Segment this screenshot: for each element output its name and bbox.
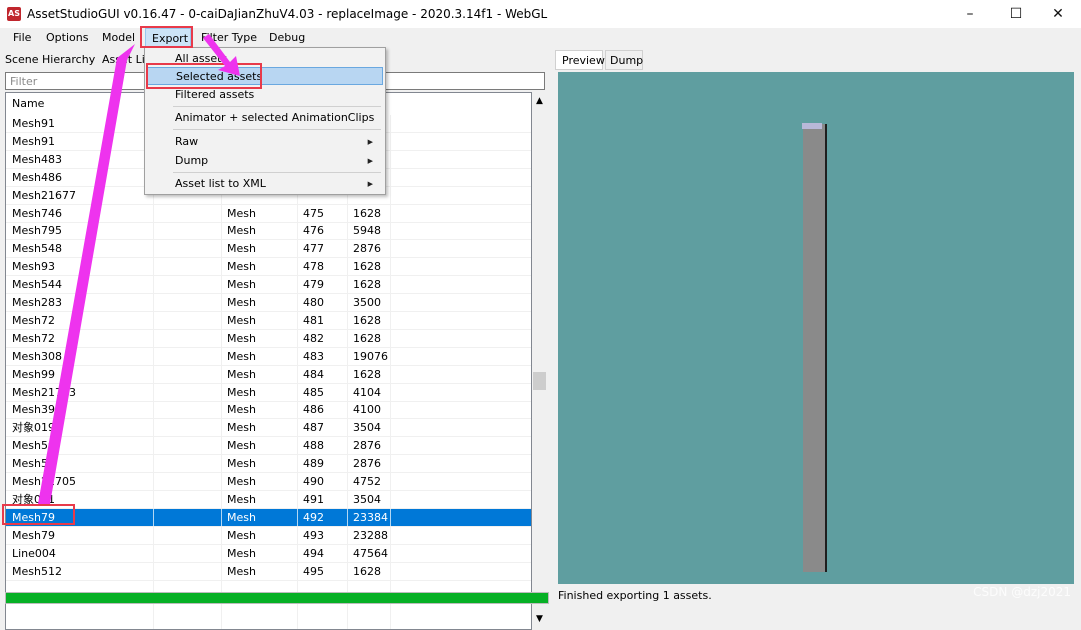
arrow-to-model-icon: [38, 44, 135, 504]
scroll-down-icon[interactable]: ▼: [536, 614, 543, 624]
annotation-arrows: [38, 34, 240, 504]
arrow-to-selected-assets-icon: [203, 34, 240, 76]
